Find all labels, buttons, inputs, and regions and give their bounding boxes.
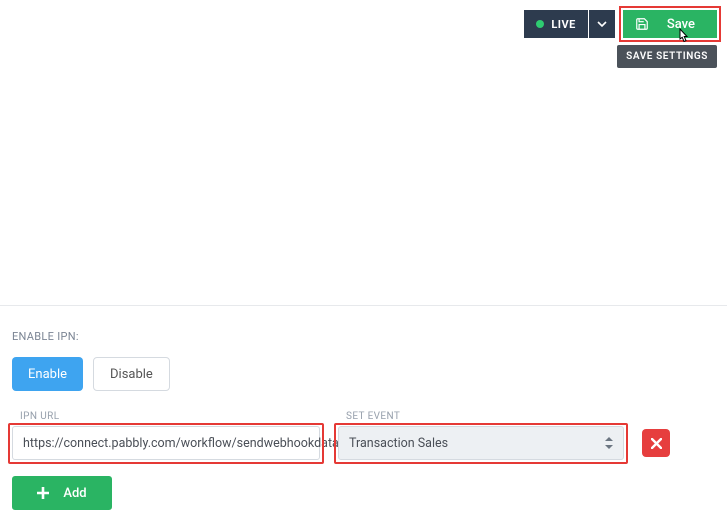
- disable-button[interactable]: Disable: [93, 357, 170, 391]
- plus-icon: [37, 487, 49, 499]
- set-event-field: SET EVENT Transaction Sales: [338, 411, 624, 460]
- add-button[interactable]: Add: [12, 476, 112, 510]
- section-divider: [0, 305, 727, 306]
- live-indicator-dot: [536, 20, 544, 28]
- ipn-url-input[interactable]: https://connect.pabbly.com/workflow/send…: [12, 426, 320, 460]
- ipn-url-label: IPN URL: [12, 411, 320, 422]
- close-icon: [651, 438, 662, 449]
- save-tooltip: SAVE SETTINGS: [617, 45, 717, 68]
- save-button[interactable]: Save: [623, 10, 717, 38]
- set-event-value: Transaction Sales: [349, 436, 448, 451]
- ipn-url-field: IPN URL https://connect.pabbly.com/workf…: [12, 411, 320, 460]
- ipn-settings-panel: ENABLE IPN: Enable Disable IPN URL https…: [12, 330, 692, 510]
- live-mode-button[interactable]: LIVE: [524, 10, 588, 38]
- set-event-label: SET EVENT: [338, 411, 624, 422]
- sort-icon: [605, 437, 613, 449]
- add-button-label: Add: [63, 486, 86, 501]
- remove-row-button[interactable]: [642, 429, 670, 457]
- enable-button[interactable]: Enable: [12, 357, 83, 391]
- chevron-down-icon: [597, 21, 607, 27]
- set-event-select[interactable]: Transaction Sales: [338, 426, 624, 460]
- live-mode-dropdown[interactable]: [589, 10, 615, 38]
- live-mode-label: LIVE: [551, 18, 576, 31]
- enable-ipn-label: ENABLE IPN:: [12, 330, 692, 343]
- ipn-url-value: https://connect.pabbly.com/workflow/send…: [23, 436, 339, 451]
- save-icon: [635, 17, 649, 31]
- save-button-label: Save: [667, 17, 695, 32]
